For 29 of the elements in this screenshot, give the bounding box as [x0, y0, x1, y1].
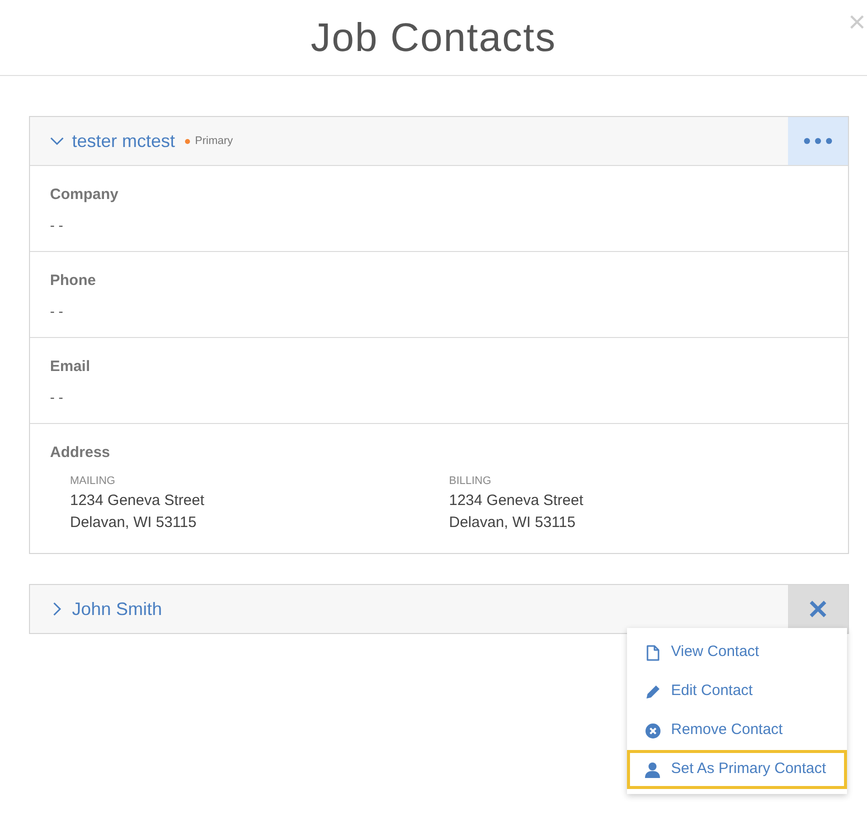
dialog-title: Job Contacts: [310, 14, 556, 62]
menu-item[interactable]: Set As Primary Contact: [627, 750, 847, 789]
primary-label: Primary: [195, 134, 233, 149]
document-icon: [646, 644, 660, 660]
more-icon: [804, 138, 832, 144]
close-icon: [809, 600, 827, 618]
address-heading: MAILING: [70, 474, 116, 488]
address-line: Delavan, WI 53115: [70, 513, 198, 533]
address-line: Delavan, WI 53115: [449, 513, 576, 533]
field-value: - -: [50, 302, 64, 320]
field-label: Address: [50, 443, 112, 463]
remove-icon: [644, 722, 660, 738]
menu-item[interactable]: Edit Contact: [627, 672, 847, 711]
contact-toggle[interactable]: John Smith: [30, 596, 162, 622]
menu-item[interactable]: View Contact: [627, 633, 847, 672]
person-icon: [645, 762, 660, 778]
address-line: 1234 Geneva Street: [70, 491, 206, 511]
more-button[interactable]: [788, 117, 848, 165]
menu-item[interactable]: Remove Contact: [627, 711, 847, 750]
address-line: 1234 Geneva Street: [449, 491, 584, 511]
contact-toggle[interactable]: tester mctest: [30, 128, 176, 154]
field-label: Phone: [50, 271, 97, 291]
field-label: Email: [50, 357, 92, 377]
field-value: - -: [50, 388, 64, 406]
close-button[interactable]: [788, 585, 848, 633]
address-heading: BILLING: [449, 474, 492, 488]
field-value: - -: [50, 216, 64, 234]
field-label: Company: [50, 185, 120, 205]
pencil-icon: [644, 684, 660, 700]
